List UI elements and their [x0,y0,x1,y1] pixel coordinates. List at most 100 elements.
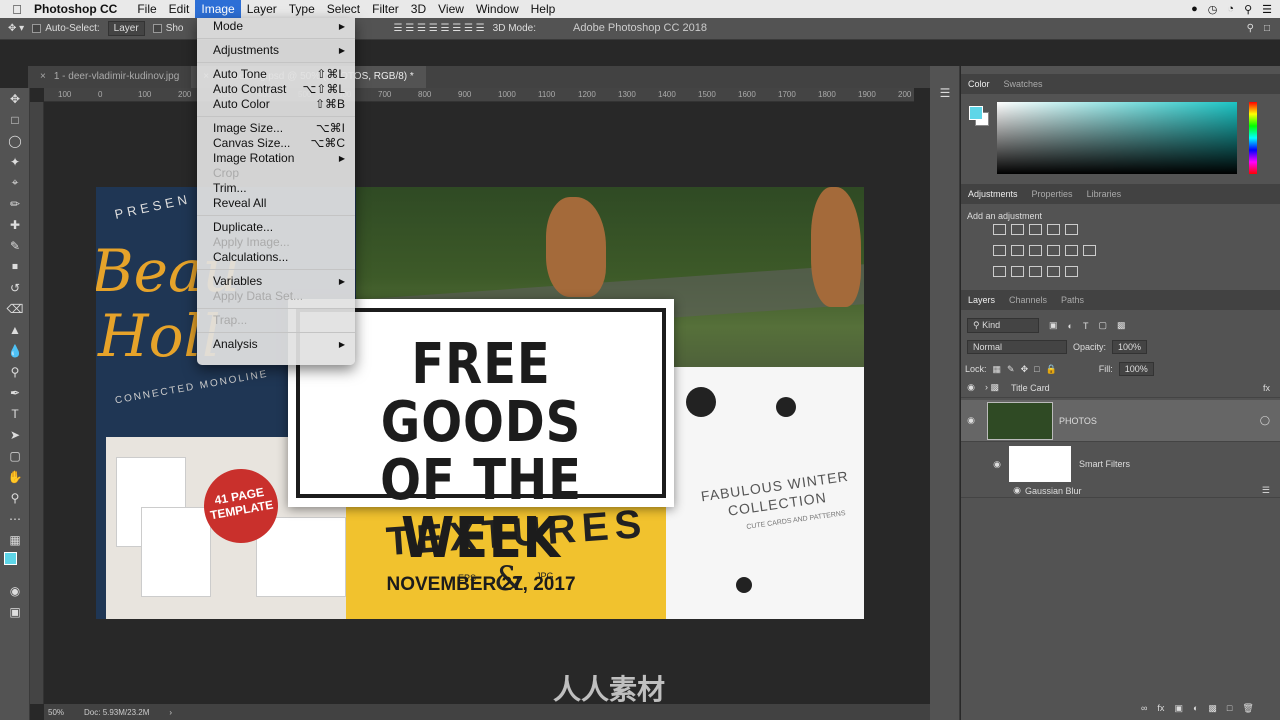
menu-item-trim[interactable]: Trim... [197,181,355,196]
menu-item-canvas-size[interactable]: Canvas Size... ⌥⌘C [197,136,355,151]
new-layer-icon[interactable]: □ [1227,703,1232,714]
exposure-icon[interactable] [1047,224,1060,235]
menu-item-auto-color[interactable]: Auto Color ⇧⌘B [197,97,355,112]
gaussian-blur-row[interactable]: ◉ Gaussian Blur ☰ [961,484,1280,498]
color-lookup-icon[interactable] [1083,245,1096,256]
menu-file[interactable]: File [131,0,162,18]
fill-input[interactable]: 100% [1118,362,1154,376]
gradient-map-icon[interactable] [1047,266,1060,277]
blend-options-icon[interactable]: ☰ [1262,485,1270,496]
marquee-tool-icon[interactable]: □ [0,109,30,130]
time-machine-icon[interactable]: ◷ [1208,3,1218,16]
new-group-icon[interactable]: ▩ [1208,703,1217,714]
foreground-swatch[interactable] [969,106,983,120]
trash-icon[interactable]: 🗑 [1242,703,1253,714]
clock-icon[interactable]: ◔ [1227,3,1234,15]
canvas-area[interactable]: PRESEN Beau Holl CONNECTED MONOLINE 41 P… [44,102,914,704]
hue-slider[interactable] [1249,102,1257,174]
move-tool-icon[interactable]: ✥ ▾ [8,23,24,34]
menu-3d[interactable]: 3D [405,0,432,18]
quick-select-tool-icon[interactable]: ✦ [0,151,30,172]
layer-name[interactable]: Title Card [1011,383,1050,393]
doc-tab-1[interactable]: × 1 - deer-vladimir-kudinov.jpg [28,66,191,88]
tab-layers[interactable]: Layers [961,295,1002,305]
healing-tool-icon[interactable]: ✚ [0,214,30,235]
menu-item-reveal-all[interactable]: Reveal All [197,196,355,211]
tab-color[interactable]: Color [961,79,997,89]
close-icon[interactable]: × [40,71,46,82]
quick-mask-icon[interactable]: ◉ [0,580,30,601]
curves-icon[interactable] [1029,224,1042,235]
path-select-tool-icon[interactable]: ➤ [0,424,30,445]
screen-mode-icon[interactable]: ▣ [0,601,30,622]
menu-window[interactable]: Window [470,0,525,18]
more-tools-icon[interactable]: ⋯ [0,508,30,529]
history-panel-icon[interactable]: ☰ [930,82,960,103]
opacity-input[interactable]: 100% [1112,340,1148,354]
tab-paths[interactable]: Paths [1054,295,1091,305]
menu-item-duplicate[interactable]: Duplicate... [197,220,355,235]
eyedropper-tool-icon[interactable]: ✏ [0,193,30,214]
menu-image[interactable]: Image [195,0,241,18]
eye-icon[interactable]: ◉ [961,415,981,426]
rectangle-tool-icon[interactable]: ▢ [0,445,30,466]
stamp-tool-icon[interactable]: ⏹ [0,256,30,277]
brush-tool-icon[interactable]: ✎ [0,235,30,256]
checkbox-box[interactable] [32,24,42,33]
foreground-color-swatch[interactable] [4,552,17,565]
vibrance-icon[interactable] [1065,224,1078,235]
kind-filter-dropdown[interactable]: ⚲ Kind [967,318,1039,333]
eye-icon[interactable]: ◉ [961,382,981,393]
auto-select-checkbox[interactable]: Auto-Select: [32,23,100,34]
apple-icon[interactable]:  [0,2,34,17]
move-tool-icon[interactable]: ✥ [0,88,30,109]
crop-tool-icon[interactable]: ⌖ [0,172,30,193]
checkbox-box[interactable] [152,24,162,33]
menu-view[interactable]: View [432,0,470,18]
color-picker-field[interactable] [997,102,1237,174]
menu-item-variables[interactable]: Variables ▶ [197,274,355,289]
color-swatches[interactable] [0,550,30,580]
doc-size[interactable]: Doc: 5.93M/23.2M [84,708,149,717]
mask-icon[interactable]: ▣ [1174,703,1183,714]
zoom-level[interactable]: 50% [48,708,64,717]
tab-properties[interactable]: Properties [1025,189,1080,199]
link-icon[interactable]: ∞ [1141,703,1147,714]
eye-icon[interactable]: ◉ [961,485,1021,496]
tab-libraries[interactable]: Libraries [1080,189,1129,199]
tab-channels[interactable]: Channels [1002,295,1054,305]
horizontal-ruler[interactable]: 1000100200300400500600700800900100011001… [44,88,914,102]
dodge-tool-icon[interactable]: ⚲ [0,361,30,382]
wifi-icon[interactable]: ● [1191,3,1198,15]
menu-item-analysis[interactable]: Analysis ▶ [197,337,355,352]
menu-item-image-rotation[interactable]: Image Rotation ▶ [197,151,355,166]
lasso-tool-icon[interactable]: ◯ [0,130,30,151]
lock-pixels-icon[interactable]: ▦ [993,364,1002,375]
menu-item-auto-tone[interactable]: Auto Tone ⇧⌘L [197,67,355,82]
posterize-icon[interactable] [1011,266,1024,277]
history-brush-tool-icon[interactable]: ↺ [0,277,30,298]
filter-shape-icon[interactable]: ▢ [1098,320,1107,331]
adjustment-layer-icon[interactable]: ◐ [1193,703,1198,714]
lock-paint-icon[interactable]: ✎ [1007,364,1015,375]
workspace-icon[interactable]: □ [1264,23,1270,34]
eye-icon[interactable]: ◉ [961,459,1001,470]
selective-color-icon[interactable] [1065,266,1078,277]
layer-name[interactable]: PHOTOS [1059,416,1097,426]
default-colors-icon[interactable]: ▦ [0,529,30,550]
paint-bucket-tool-icon[interactable]: ▲ [0,319,30,340]
color-balance-icon[interactable] [1011,245,1024,256]
tab-adjustments[interactable]: Adjustments [961,189,1025,199]
status-arrow-icon[interactable]: › [169,708,172,717]
layer-title-card[interactable]: ◉ › ▩ Title Card fx [961,378,1280,398]
menu-item-calculations[interactable]: Calculations... [197,250,355,265]
hand-tool-icon[interactable]: ✋ [0,466,30,487]
app-name[interactable]: Photoshop CC [34,2,117,16]
levels-icon[interactable] [1011,224,1024,235]
show-transform-checkbox[interactable]: Sho [152,23,183,34]
fx-icon[interactable]: fx [1157,703,1164,714]
lock-all-icon[interactable]: 🔒 [1046,364,1057,375]
menu-edit[interactable]: Edit [163,0,196,18]
photo-filter-icon[interactable] [1047,245,1060,256]
type-tool-icon[interactable]: T [0,403,30,424]
